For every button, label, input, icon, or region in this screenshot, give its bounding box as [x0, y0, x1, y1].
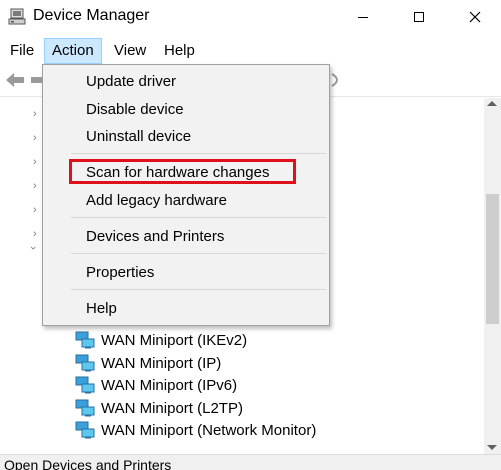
network-adapter-icon [75, 354, 95, 372]
tree-item-label: WAN Miniport (IPv6) [101, 376, 238, 394]
status-bar: Open Devices and Printers [0, 454, 501, 470]
tree-item[interactable]: WAN Miniport (L2TP) [75, 397, 243, 419]
expand-chevron-icon[interactable]: › [33, 228, 37, 240]
menu-file[interactable]: File [3, 38, 41, 64]
collapse-chevron-icon[interactable]: › [27, 246, 39, 250]
menu-item-uninstall-device[interactable]: Uninstall device [86, 126, 191, 148]
tree-item[interactable]: WAN Miniport (IP) [75, 352, 221, 374]
menu-item-update-driver[interactable]: Update driver [86, 71, 176, 93]
scrollbar-thumb[interactable] [486, 194, 499, 324]
minimize-button[interactable] [340, 0, 386, 34]
action-menu-dropdown: Update driver Disable device Uninstall d… [42, 64, 330, 326]
device-manager-icon [8, 8, 26, 25]
network-adapter-icon [75, 421, 95, 439]
status-text: Open Devices and Printers [4, 457, 172, 470]
scroll-up-icon[interactable] [487, 101, 497, 106]
tree-item[interactable]: WAN Miniport (IKEv2) [75, 329, 247, 351]
menu-action[interactable]: Action [44, 38, 102, 64]
menu-item-properties[interactable]: Properties [86, 262, 154, 284]
close-icon [469, 11, 481, 23]
toolbar-icon[interactable] [330, 72, 344, 88]
menu-item-add-legacy-hardware[interactable]: Add legacy hardware [86, 190, 227, 212]
network-adapter-icon [75, 376, 95, 394]
tree-item-label: WAN Miniport (IP) [101, 354, 222, 372]
tree-item-label: WAN Miniport (Network Monitor) [101, 421, 317, 439]
menu-bar: File Action View Help [0, 38, 501, 64]
menu-item-disable-device[interactable]: Disable device [86, 99, 184, 121]
expand-chevron-icon[interactable]: › [33, 132, 37, 144]
menu-separator [71, 217, 326, 218]
close-button[interactable] [452, 0, 498, 34]
tree-item-label: WAN Miniport (IKEv2) [101, 331, 248, 349]
window-title: Device Manager [33, 7, 150, 24]
maximize-icon [414, 12, 424, 22]
menu-separator [71, 289, 326, 290]
highlight-box [69, 159, 296, 184]
expand-chevron-icon[interactable]: › [33, 156, 37, 168]
network-adapter-icon [75, 331, 95, 349]
menu-item-devices-and-printers[interactable]: Devices and Printers [86, 226, 224, 248]
menu-separator [71, 253, 326, 254]
tree-item[interactable]: WAN Miniport (Network Monitor) [75, 419, 316, 441]
back-arrow-icon[interactable] [4, 70, 26, 90]
menu-view[interactable]: View [107, 38, 153, 64]
device-manager-window: Device Manager File Action View Help › › [0, 0, 501, 470]
scroll-down-icon[interactable] [487, 445, 497, 450]
menu-item-help[interactable]: Help [86, 298, 117, 320]
menu-separator [71, 153, 326, 154]
tree-item[interactable]: WAN Miniport (IPv6) [75, 374, 237, 396]
expand-chevron-icon[interactable]: › [33, 180, 37, 192]
tree-item-label: WAN Miniport (L2TP) [101, 399, 243, 417]
minimize-icon [358, 17, 368, 18]
expand-chevron-icon[interactable]: › [33, 108, 37, 120]
expand-chevron-icon[interactable]: › [33, 204, 37, 216]
maximize-button[interactable] [396, 0, 442, 34]
menu-help[interactable]: Help [157, 38, 202, 64]
title-bar: Device Manager [0, 0, 501, 34]
network-adapter-icon [75, 399, 95, 417]
vertical-scrollbar[interactable] [484, 98, 501, 454]
